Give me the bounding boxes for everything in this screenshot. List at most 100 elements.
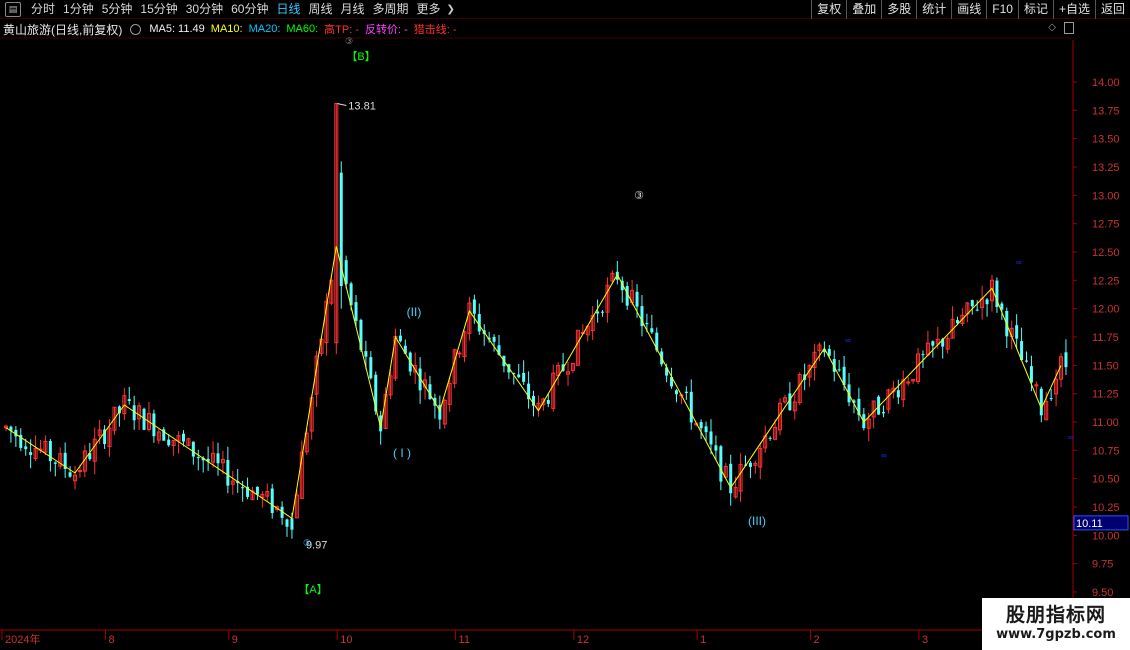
wave-dot-marker: ∞ <box>845 336 851 345</box>
candle-body <box>601 311 605 313</box>
circle-3-marker: ③ <box>634 190 644 202</box>
y-tick-label: 12.00 <box>1092 304 1120 316</box>
high-price-pointer <box>337 103 347 107</box>
x-tick-label: 11 <box>459 634 470 646</box>
candle-body <box>719 446 723 482</box>
candle-body <box>29 452 33 456</box>
candle-body <box>709 431 713 445</box>
high-price-label: 13.81 <box>348 101 376 113</box>
circle-marker-low: ③ <box>303 538 311 548</box>
y-tick-label: 13.00 <box>1092 190 1120 202</box>
candle-body <box>714 445 718 451</box>
candle-body <box>882 411 886 414</box>
candle-body <box>492 336 496 342</box>
candle-body <box>704 426 708 433</box>
wave-dot-marker: ∞ <box>881 451 887 460</box>
x-tick-label: 10 <box>340 634 352 646</box>
candle-body <box>985 299 989 305</box>
candle-body <box>645 323 649 325</box>
candle-body <box>1064 352 1068 368</box>
candle-body <box>53 462 57 464</box>
candle-body <box>684 391 688 394</box>
candle-body <box>522 372 526 382</box>
y-tick-label: 10.00 <box>1092 530 1120 542</box>
candle-body <box>689 391 693 423</box>
candle-body <box>290 518 294 530</box>
candle-body <box>216 453 220 464</box>
y-tick-label: 12.50 <box>1092 247 1120 259</box>
y-tick-label: 13.25 <box>1092 162 1120 174</box>
x-tick-label: 1 <box>700 634 706 646</box>
y-tick-label: 11.00 <box>1092 417 1119 429</box>
watermark-title: 股朋指标网 <box>1005 604 1106 626</box>
x-tick-label: 12 <box>577 634 589 646</box>
candle-body <box>674 390 678 395</box>
x-tick-label: 2 <box>814 634 820 646</box>
candle-body <box>181 433 185 442</box>
candle-body <box>1034 384 1039 387</box>
candle-body <box>226 459 230 486</box>
y-tick-label: 11.50 <box>1092 360 1119 372</box>
y-tick-label: 10.25 <box>1092 502 1120 514</box>
wave-b-label: 【B】 <box>346 50 375 63</box>
circle-marker-top: ③ <box>345 36 353 46</box>
candle-body <box>1015 325 1019 339</box>
candle-body <box>191 441 195 457</box>
candle-body <box>167 439 171 446</box>
candle-body <box>546 400 550 404</box>
candle-body <box>729 463 733 494</box>
wave-1-label: ( I ) <box>393 446 411 460</box>
y-tick-label: 10.50 <box>1092 474 1120 486</box>
candle-body <box>699 422 703 429</box>
y-tick-label: 14.00 <box>1092 77 1120 89</box>
candle-body <box>127 399 131 402</box>
y-tick-label: 10.75 <box>1092 445 1120 457</box>
y-tick-label: 13.50 <box>1092 134 1120 146</box>
candle-body <box>472 299 476 314</box>
candle-body <box>398 335 402 342</box>
candle-body <box>196 457 200 459</box>
candle-body <box>1025 360 1029 362</box>
x-tick-label: 2024年 <box>5 632 40 646</box>
current-price-label: 10.11 <box>1076 518 1103 530</box>
candle-body <box>596 311 600 314</box>
y-tick-label: 12.25 <box>1092 275 1120 287</box>
wave-dot-marker: ∞ <box>1016 258 1022 267</box>
candle-body <box>837 369 841 371</box>
candle-body <box>24 446 28 450</box>
watermark-url: www.7gpzb.com <box>996 627 1116 642</box>
candle-body <box>896 390 900 398</box>
wave-3-label: (III) <box>748 514 766 528</box>
y-tick-label: 12.75 <box>1092 219 1120 231</box>
candle-body <box>77 470 82 473</box>
candle-body <box>921 354 925 356</box>
wave-2-label: (II) <box>407 305 422 319</box>
y-tick-label: 11.25 <box>1092 389 1119 401</box>
candle-body <box>241 487 245 489</box>
y-tick-label: 11.75 <box>1092 332 1119 344</box>
candle-body <box>68 472 72 477</box>
candle-body <box>768 437 772 439</box>
candle-body <box>1049 398 1053 400</box>
wave-dot-marker: ∞ <box>1068 433 1074 442</box>
candle-body <box>970 300 974 307</box>
watermark-logo: 股朋指标网 www.7gpzb.com <box>982 598 1130 650</box>
candle-body <box>906 381 911 384</box>
candlestick-chart[interactable]: 9.509.7510.0010.2510.5010.7511.0011.2511… <box>0 0 1130 650</box>
candle-body <box>354 302 358 321</box>
candle-body <box>457 352 462 355</box>
candle-body <box>635 291 639 307</box>
x-tick-label: 9 <box>232 634 238 646</box>
wave-a-label: 【A】 <box>298 583 327 596</box>
y-tick-label: 13.75 <box>1092 105 1120 117</box>
candle-body <box>364 351 368 357</box>
candle-body <box>650 328 654 333</box>
y-tick-label: 9.75 <box>1092 559 1113 571</box>
candle-body <box>517 374 521 378</box>
candle-body <box>931 341 935 346</box>
candle-body <box>975 309 979 311</box>
candle-body <box>369 357 373 379</box>
candle-body <box>1039 388 1043 416</box>
candle-body <box>477 314 481 332</box>
candle-body <box>1029 366 1033 383</box>
